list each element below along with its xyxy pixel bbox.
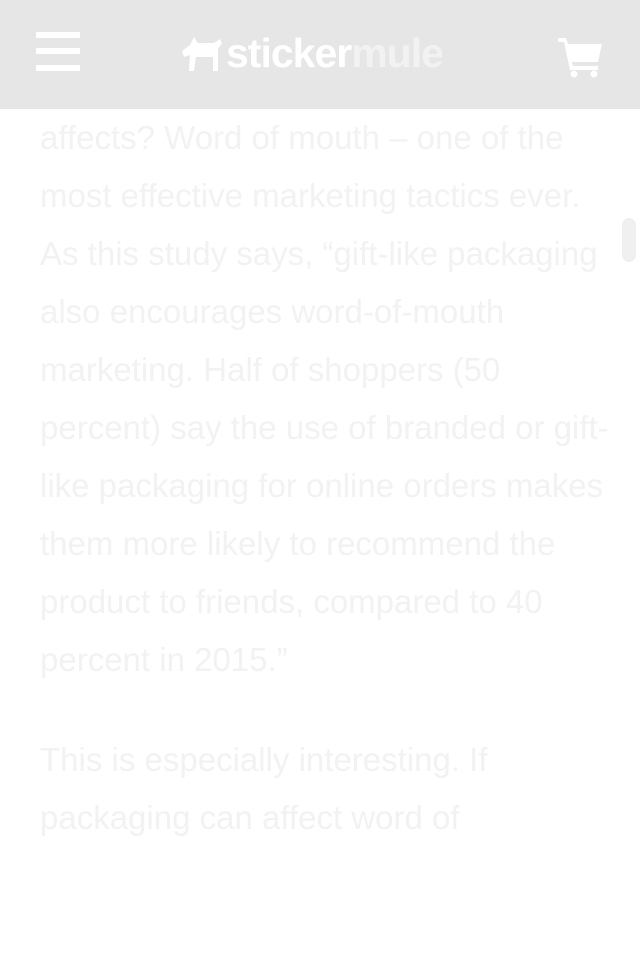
stickermule-logo[interactable]: sticker mule [180, 28, 444, 78]
mule-logo-icon [182, 37, 222, 71]
cart-button[interactable] [556, 34, 606, 78]
logo-text-sticker: sticker [226, 30, 352, 76]
scrollbar-thumb[interactable] [622, 218, 636, 262]
logo-text-mule: mule [351, 30, 444, 76]
hamburger-menu-icon-bar [36, 48, 80, 54]
page: sticker mule affects? Word of mouth – one… [0, 0, 640, 959]
hamburger-menu-icon-bar [36, 65, 80, 71]
hamburger-menu-icon-bar [36, 32, 80, 38]
shopping-cart-icon [558, 38, 602, 78]
top-navigation-bar: sticker mule [0, 0, 640, 109]
article-body: affects? Word of mouth – one of the most… [40, 109, 610, 847]
menu-button[interactable] [36, 32, 82, 74]
article-paragraph: This is especially interesting. If packa… [40, 741, 488, 836]
article-paragraph: affects? Word of mouth – one of the most… [40, 119, 609, 678]
